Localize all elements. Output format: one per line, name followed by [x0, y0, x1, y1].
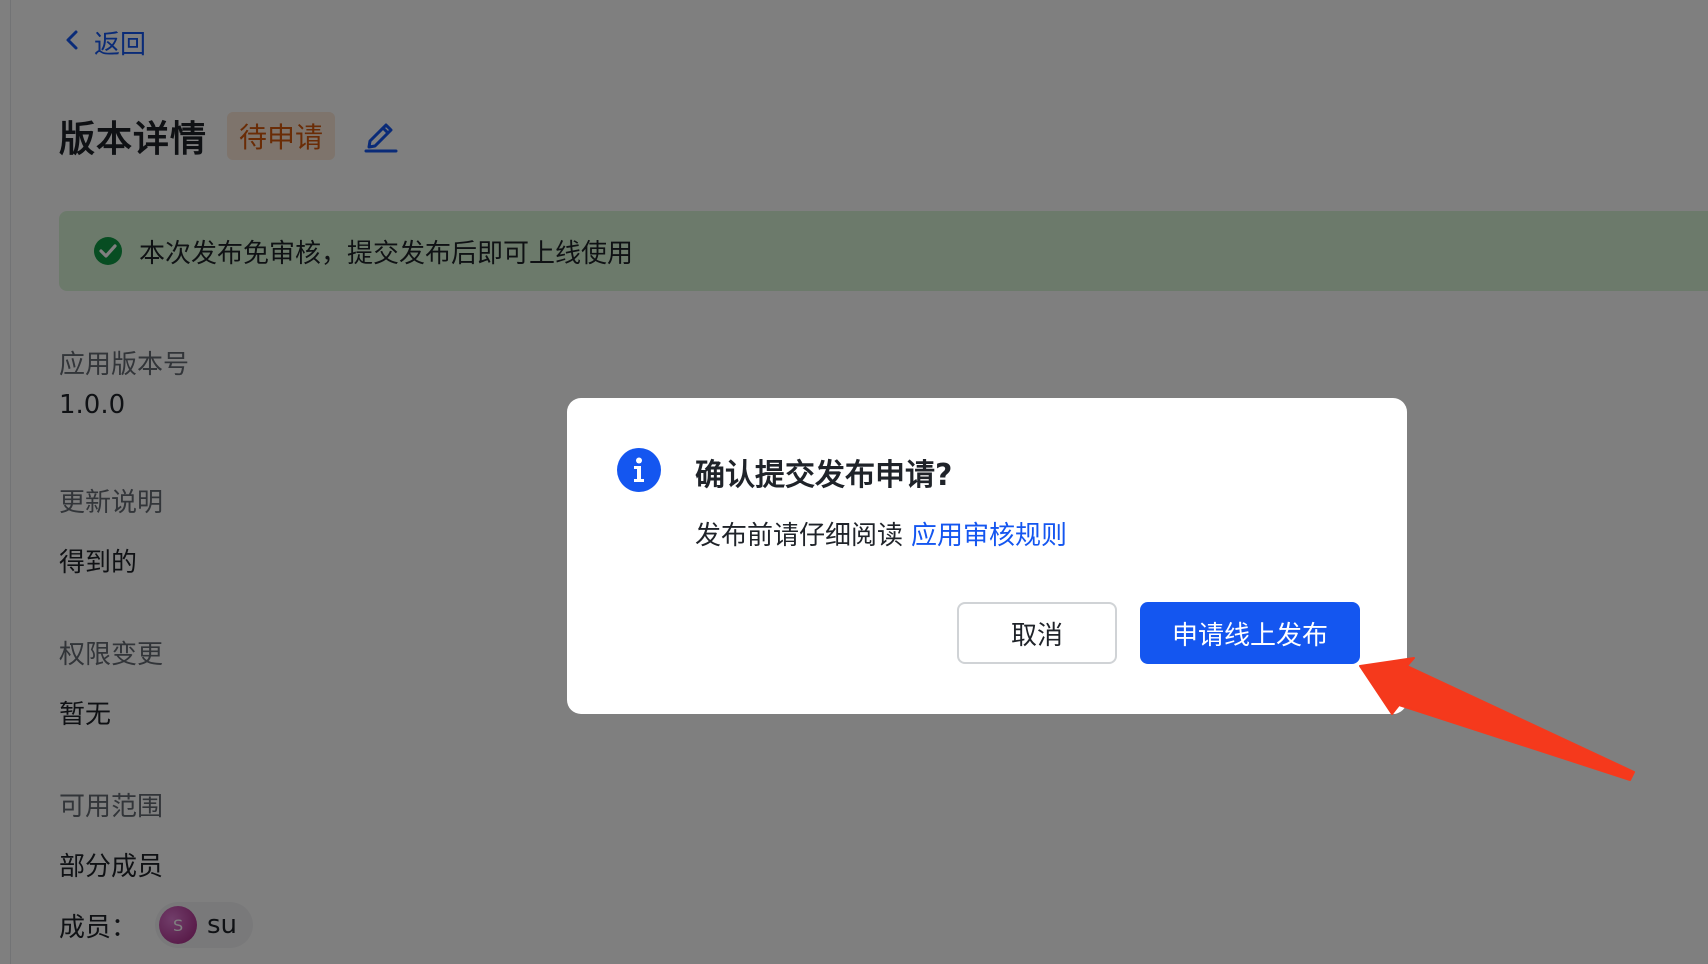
review-rules-link[interactable]: 应用审核规则 — [911, 521, 1067, 551]
dialog-title: 确认提交发布申请? — [695, 458, 953, 493]
apply-online-publish-button[interactable]: 申请线上发布 — [1140, 602, 1360, 664]
dialog-description: 发布前请仔细阅读 应用审核规则 — [695, 515, 1067, 552]
cancel-button[interactable]: 取消 — [957, 602, 1117, 664]
confirm-publish-dialog: 确认提交发布申请? 发布前请仔细阅读 应用审核规则 取消 申请线上发布 — [567, 398, 1407, 714]
dialog-description-text: 发布前请仔细阅读 — [695, 521, 904, 551]
info-icon — [617, 448, 661, 492]
